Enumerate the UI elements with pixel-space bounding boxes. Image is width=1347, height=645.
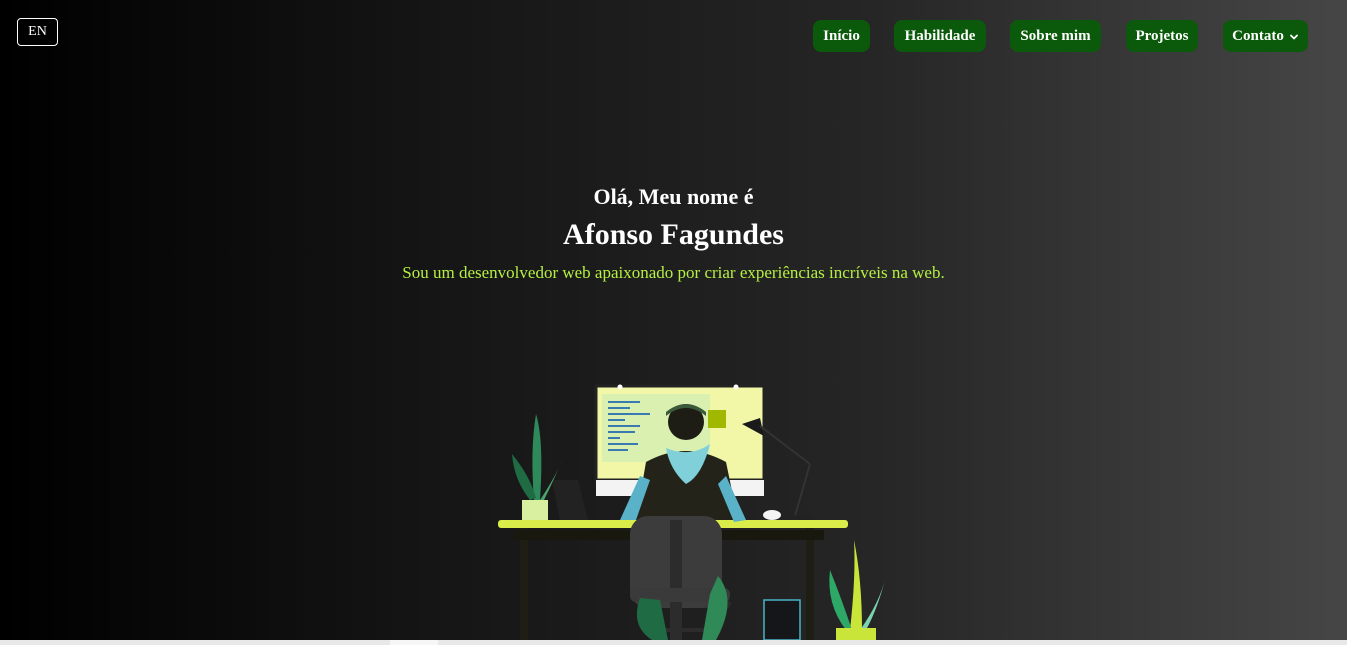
nav-item-label: Contato <box>1232 27 1284 44</box>
nav-item-label: Início <box>823 27 860 44</box>
nav-item-label: Sobre mim <box>1020 27 1091 44</box>
nav-item-habilidade[interactable]: Habilidade <box>894 20 986 52</box>
developer-illustration <box>498 384 886 640</box>
nav-item-projetos[interactable]: Projetos <box>1126 20 1198 52</box>
computer-tower <box>763 599 801 640</box>
main-nav: Início Habilidade Sobre mim Projetos Con… <box>0 20 1347 52</box>
laptop <box>552 480 588 520</box>
nav-item-inicio[interactable]: Início <box>813 20 870 52</box>
hero-greeting: Olá, Meu nome é <box>593 184 754 209</box>
chevron-down-icon <box>1289 34 1298 40</box>
nav-item-label: Projetos <box>1135 27 1189 44</box>
plant-left <box>512 414 562 520</box>
hero-tagline: Sou um desenvolvedor web apaixonado por … <box>402 263 945 282</box>
nav-item-label: Habilidade <box>904 27 976 44</box>
hero-name: Afonso Fagundes <box>563 218 784 251</box>
desk-leg <box>520 528 528 640</box>
plant-right <box>829 540 886 640</box>
screen-block <box>708 410 726 428</box>
nav-item-sobre-mim[interactable]: Sobre mim <box>1010 20 1101 52</box>
coffee-mug <box>763 510 781 520</box>
horizontal-scrollbar[interactable] <box>0 640 1347 645</box>
scrollbar-thumb[interactable] <box>390 640 438 645</box>
nav-item-contato[interactable]: Contato <box>1223 20 1308 52</box>
desk-leg <box>806 528 814 640</box>
